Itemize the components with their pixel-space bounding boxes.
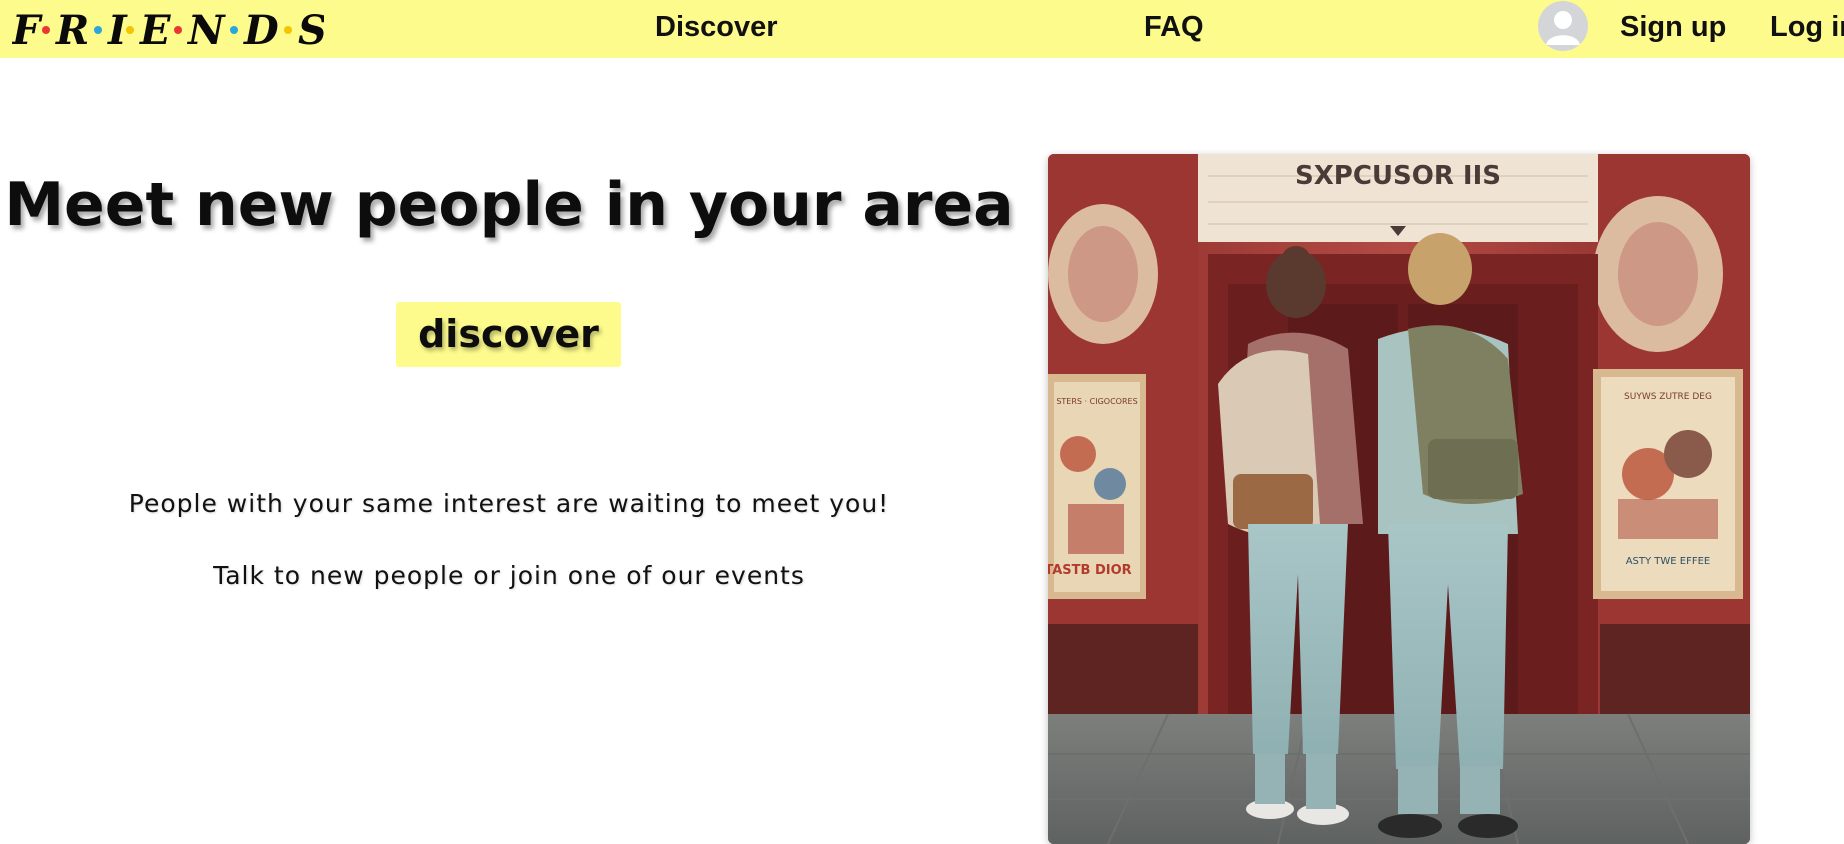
nav-discover-link[interactable]: Discover — [655, 11, 778, 44]
poster-left-caption: TASTB DIOR — [1048, 563, 1132, 578]
hero-tagline-primary: People with your same interest are waiti… — [128, 489, 890, 518]
user-avatar-icon[interactable] — [1538, 1, 1588, 51]
logo-dot — [174, 26, 182, 34]
poster-left-title: STERS · CIGOCORES — [1056, 397, 1137, 406]
logo-dot — [42, 26, 50, 34]
discover-button[interactable]: discover — [396, 302, 621, 367]
logo-letter-n: N — [186, 7, 226, 54]
nav-faq-link[interactable]: FAQ — [1144, 11, 1204, 44]
hero-title: Meet new people in your area — [4, 170, 1014, 240]
logo-letter-i: I — [107, 7, 128, 54]
logo-dot — [230, 26, 238, 34]
marquee-text: SXPCUSOR IIS — [1295, 161, 1501, 191]
logo-letter-r: R — [55, 7, 89, 54]
nav-login-link[interactable]: Log in — [1770, 11, 1844, 44]
poster-right-title: SUYWS ZUTRE DEG — [1624, 392, 1712, 402]
top-navbar: F R I E N D S Discover FAQ Sign up Log i… — [0, 0, 1844, 58]
nav-signup-link[interactable]: Sign up — [1620, 11, 1726, 44]
logo-letter-s: S — [298, 7, 324, 54]
poster-right-caption: ASTY TWE EFFEE — [1626, 556, 1711, 567]
hero-photo-couple-at-cinema: SXPCUSOR IIS STERS · CIGOCORES TASTB DIO… — [1048, 154, 1750, 844]
logo-dot — [284, 26, 292, 34]
hero-tagline-secondary: Talk to new people or join one of our ev… — [213, 561, 805, 590]
logo-letter-f: F — [12, 7, 43, 54]
logo-letter-d: D — [243, 7, 279, 54]
logo-dot — [126, 26, 134, 34]
friends-logo[interactable]: F R I E N D S — [12, 2, 324, 54]
logo-letter-e: E — [139, 7, 171, 54]
logo-dot — [94, 26, 102, 34]
